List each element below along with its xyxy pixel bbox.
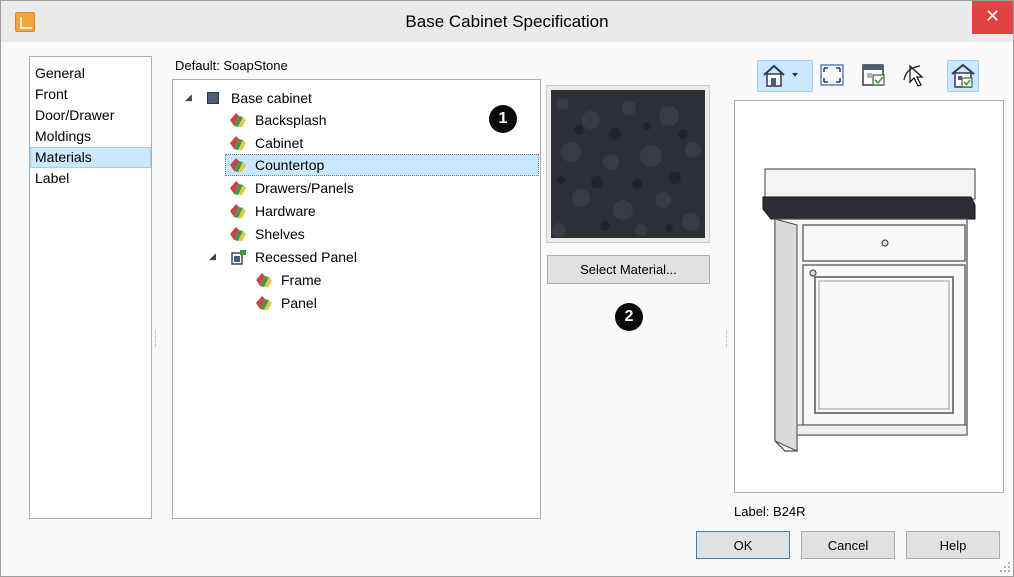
category-list: General Front Door/Drawer Moldings Mater… — [29, 56, 152, 519]
ok-button[interactable]: OK — [696, 531, 790, 559]
nav-item-materials[interactable]: Materials — [30, 147, 151, 168]
tree-item-label: Panel — [281, 295, 317, 311]
nav-item-label[interactable]: Label — [30, 168, 151, 189]
tree-row-panel[interactable]: Panel — [255, 292, 415, 314]
material-icon — [230, 204, 246, 218]
fill-window-icon — [820, 64, 844, 86]
material-icon — [230, 227, 246, 241]
nav-item-general[interactable]: General — [30, 63, 151, 84]
default-material-label: Default: SoapStone — [175, 58, 288, 73]
collapse-arrow-icon[interactable]: ◢ — [185, 94, 193, 103]
splitter-handle[interactable] — [726, 331, 728, 347]
help-button[interactable]: Help — [906, 531, 1000, 559]
tree-row-drawers-panels[interactable]: Drawers/Panels — [229, 177, 429, 199]
cabinet-label-text: Label: B24R — [734, 504, 806, 519]
cabinet-preview[interactable] — [734, 100, 1004, 493]
tree-item-label: Hardware — [255, 203, 316, 219]
stone-texture — [551, 90, 705, 238]
cancel-button[interactable]: Cancel — [801, 531, 895, 559]
window-title: Base Cabinet Specification — [405, 12, 609, 31]
title-bar: Base Cabinet Specification ✕ — [1, 1, 1013, 42]
cabinet-render — [762, 168, 976, 452]
callout-badge: 1 — [489, 105, 517, 133]
close-button[interactable]: ✕ — [972, 1, 1013, 34]
select-material-button[interactable]: Select Material... — [547, 255, 710, 284]
resize-grip-icon[interactable] — [999, 561, 1011, 573]
orbit-button[interactable] — [900, 60, 930, 92]
material-icon — [256, 273, 272, 287]
material-icon — [256, 296, 272, 310]
collapse-arrow-icon[interactable]: ◢ — [209, 253, 217, 262]
show-in-room-toggle[interactable] — [947, 60, 979, 92]
tree-row-countertop[interactable]: Countertop — [225, 154, 539, 176]
tree-row-cabinet[interactable]: Cabinet — [229, 132, 429, 154]
panel-icon — [231, 250, 246, 265]
show-room-icon — [862, 64, 885, 86]
orbit-icon — [903, 64, 924, 87]
tree-item-label: Backsplash — [255, 112, 327, 128]
tree-row-frame[interactable]: Frame — [255, 269, 415, 291]
material-icon — [230, 158, 246, 172]
object-icon — [207, 92, 219, 104]
material-swatch[interactable] — [551, 90, 705, 238]
tree-item-label: Cabinet — [255, 135, 304, 151]
material-icon — [230, 136, 246, 150]
tree-item-label: Recessed Panel — [255, 249, 357, 265]
tree-item-label: Frame — [281, 272, 322, 288]
tree-row-base-cabinet[interactable]: ◢ Base cabinet — [173, 87, 373, 109]
callout-badge: 2 — [615, 303, 643, 331]
material-swatch-frame — [546, 85, 710, 243]
camera-view-icon — [763, 64, 798, 87]
tree-item-label: Shelves — [255, 226, 305, 242]
tree-item-label: Countertop — [255, 157, 325, 173]
nav-item-door-drawer[interactable]: Door/Drawer — [30, 105, 151, 126]
tree-row-backsplash[interactable]: Backsplash — [229, 109, 429, 131]
material-icon — [230, 181, 246, 195]
tree-row-hardware[interactable]: Hardware — [229, 200, 429, 222]
tree-item-label: Drawers/Panels — [255, 180, 354, 196]
show-in-room-icon — [951, 63, 975, 88]
camera-view-dropdown[interactable] — [757, 60, 813, 92]
material-icon — [230, 113, 246, 127]
material-tree: ◢ Base cabinet Backsplash Cabinet Counte… — [172, 79, 541, 519]
tree-row-shelves[interactable]: Shelves — [229, 223, 429, 245]
fill-window-button[interactable] — [816, 60, 848, 92]
nav-item-moldings[interactable]: Moldings — [30, 126, 151, 147]
show-room-button[interactable] — [858, 60, 890, 92]
tree-item-label: Base cabinet — [231, 90, 312, 106]
nav-item-front[interactable]: Front — [30, 84, 151, 105]
splitter-handle[interactable] — [155, 331, 157, 347]
tree-row-recessed-panel[interactable]: ◢ Recessed Panel — [207, 246, 427, 268]
dialog-window: Base Cabinet Specification ✕ General Fro… — [0, 0, 1014, 577]
